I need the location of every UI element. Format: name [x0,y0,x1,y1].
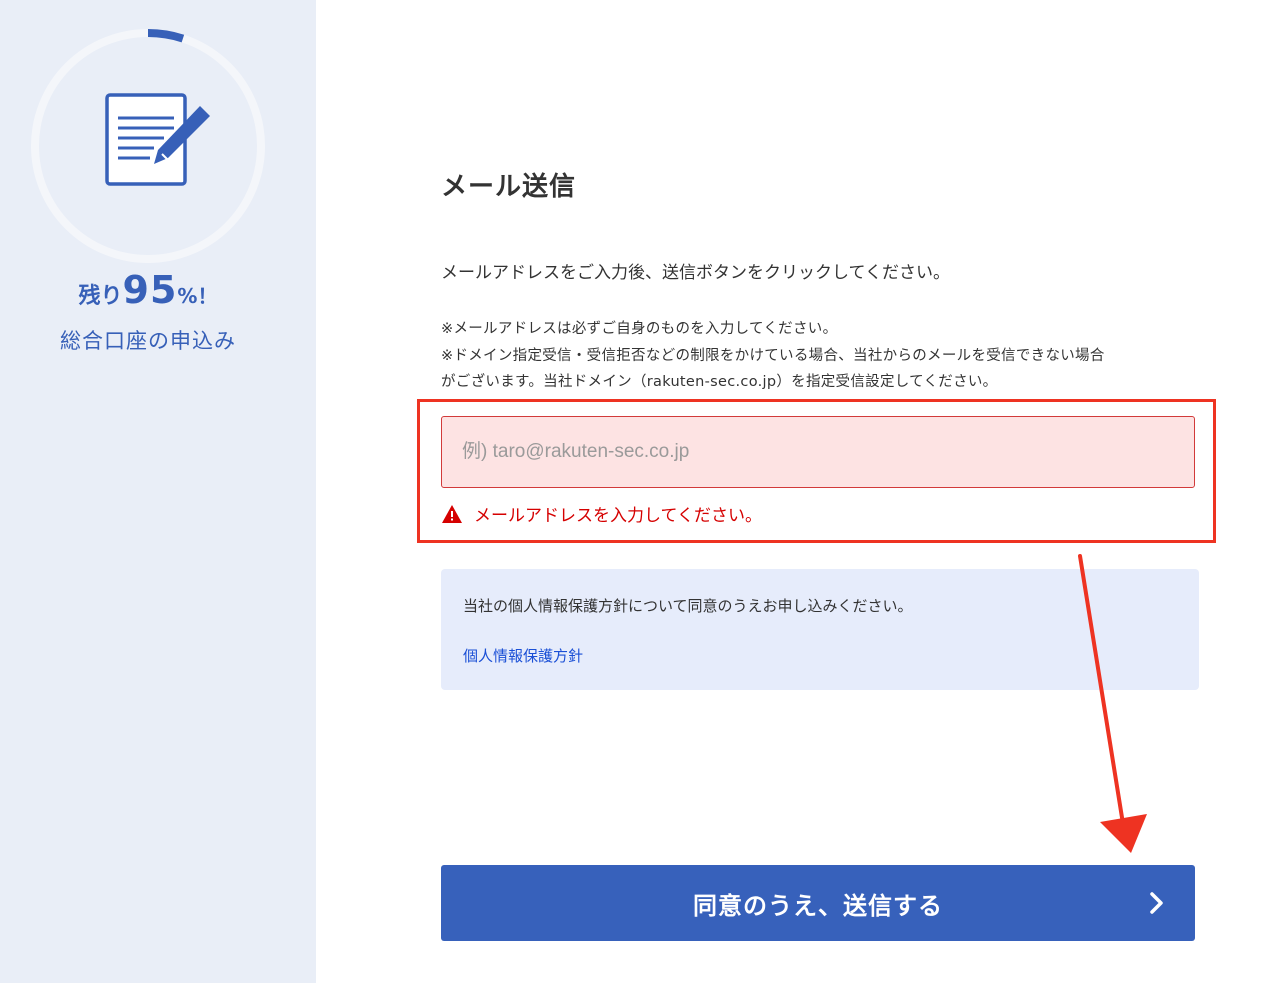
remaining-progress: 残り95%！ [0,268,296,312]
chevron-right-icon [1150,892,1163,914]
privacy-text: 当社の個人情報保護方針について同意のうえお申し込みください。 [463,597,913,615]
remaining-number: 95 [122,268,178,312]
instruction-text: メールアドレスをご入力後、送信ボタンをクリックしてください。 [441,263,950,283]
error-message: メールアドレスを入力してください。 [442,501,762,526]
agree-and-send-button[interactable]: 同意のうえ、送信する [441,865,1195,941]
main-content: メール送信 メールアドレスをご入力後、送信ボタンをクリックしてください。 ※メー… [316,0,1280,983]
remaining-suffix: %！ [177,284,218,308]
note-line: ※ドメイン指定受信・受信拒否などの制限をかけている場合、当社からのメールを受信で… [441,348,1105,364]
error-text: メールアドレスを入力してください。 [474,506,762,526]
document-edit-icon [105,93,210,186]
page-title: メール送信 [441,172,577,202]
remaining-prefix: 残り [78,284,123,309]
email-input[interactable] [441,416,1195,488]
note-line: がございます。当社ドメイン（rakuten-sec.co.jp）を指定受信設定し… [441,374,998,390]
note-line: ※メールアドレスは必ずご自身のものを入力してください。 [441,321,838,337]
submit-button-label: 同意のうえ、送信する [693,891,943,920]
sidebar: 残り95%！ 総合口座の申込み [0,0,316,983]
privacy-policy-link[interactable]: 個人情報保護方針 [463,645,583,666]
sidebar-title: 総合口座の申込み [60,329,236,353]
arrow-down-icon [1078,554,1147,853]
warning-icon [442,504,462,523]
